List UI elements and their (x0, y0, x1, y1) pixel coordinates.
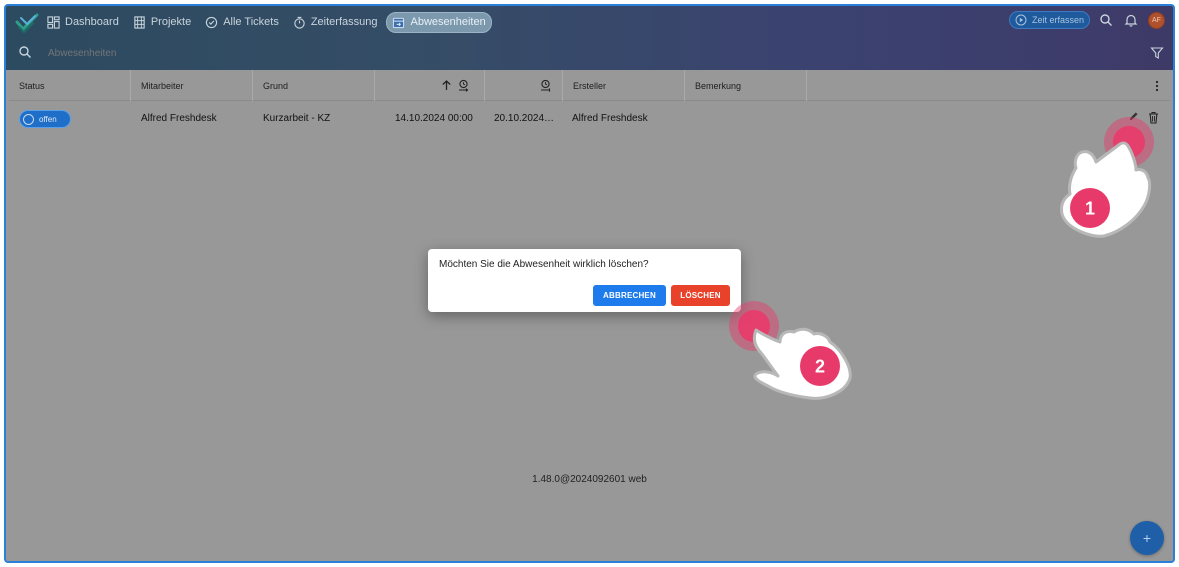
status-badge[interactable]: offen (19, 110, 71, 128)
column-header-ersteller[interactable]: Ersteller (563, 70, 685, 101)
search-icon (19, 46, 31, 58)
nav-zeiterfassung[interactable]: Zeiterfassung (288, 12, 383, 33)
nav-projekte[interactable]: Projekte (128, 12, 196, 33)
clock-start-icon (459, 79, 469, 92)
table-row[interactable]: offen Alfred Freshdesk Kurzarbeit - KZ 1… (9, 103, 1170, 135)
nav-zeiterfassung-label: Zeiterfassung (310, 16, 378, 28)
cell-mitarbeiter: Alfred Freshdesk (141, 113, 217, 124)
table-header: Status Mitarbeiter Grund Ersteller Bemer… (9, 70, 1170, 101)
dialog-message: Möchten Sie die Abwesenheit wirklich lös… (439, 259, 649, 270)
nav-abwesenheiten-label: Abwesenheiten (410, 16, 486, 28)
nav-alle-tickets-label: Alle Tickets (223, 16, 279, 28)
app-logo-icon[interactable] (14, 10, 40, 36)
search-input[interactable] (48, 43, 348, 63)
nav-dashboard-label: Dashboard (65, 16, 119, 28)
filter-icon[interactable] (1150, 46, 1164, 60)
click-annotation-1: 1 (1060, 117, 1154, 238)
timer-icon (294, 16, 305, 29)
calendar-icon (393, 17, 405, 28)
column-header-von[interactable] (375, 70, 485, 101)
play-circle-icon (1015, 14, 1027, 26)
column-header-mitarbeiter[interactable]: Mitarbeiter (131, 70, 253, 101)
cell-bis: 20.10.2024… (494, 113, 555, 124)
column-header-bis[interactable] (485, 70, 563, 101)
plus-icon: + (1142, 530, 1152, 546)
version-label: 1.48.0@2024092601 web (532, 474, 647, 485)
zeit-erfassen-label: Zeit erfassen (1032, 15, 1085, 25)
column-header-grund[interactable]: Grund (253, 70, 375, 101)
confirm-delete-dialog: Möchten Sie die Abwesenheit wirklich lös… (428, 249, 741, 312)
nav-alle-tickets[interactable]: Alle Tickets (200, 12, 284, 33)
status-circle-icon (23, 113, 34, 125)
zeit-erfassen-button[interactable]: Zeit erfassen (1009, 11, 1090, 29)
clock-end-icon (541, 79, 551, 92)
cell-von: 14.10.2024 00:00 (395, 113, 473, 124)
app-header: Dashboard Projekte Alle Tickets Zeiterfa… (6, 6, 1173, 70)
header-search-icon[interactable] (1099, 13, 1113, 27)
cell-ersteller: Alfred Freshdesk (572, 113, 648, 124)
dashboard-icon (47, 15, 60, 29)
add-absence-button[interactable]: + (1130, 521, 1164, 555)
absence-table: Status Mitarbeiter Grund Ersteller Bemer… (9, 70, 1170, 561)
dialog-cancel-button[interactable]: ABBRECHEN (593, 285, 666, 306)
nav-projekte-label: Projekte (150, 16, 192, 28)
check-circle-icon (206, 16, 218, 28)
bell-icon[interactable] (1124, 13, 1138, 27)
avatar[interactable]: AF (1148, 12, 1165, 29)
search-bar (6, 40, 1173, 66)
grid-icon (134, 15, 145, 29)
click-annotation-2: 2 (729, 301, 852, 400)
column-header-status[interactable]: Status (9, 70, 131, 101)
nav-abwesenheiten[interactable]: Abwesenheiten (386, 11, 492, 33)
main-nav: Dashboard Projekte Alle Tickets Zeiterfa… (42, 11, 492, 33)
sort-arrow-up-icon (442, 80, 451, 90)
cell-grund: Kurzarbeit - KZ (263, 113, 331, 124)
more-vert-icon[interactable] (1152, 80, 1162, 92)
column-header-bemerkung[interactable]: Bemerkung (685, 70, 807, 101)
annotation-number-1: 1 (1085, 199, 1095, 219)
nav-dashboard[interactable]: Dashboard (42, 12, 124, 33)
annotation-number-2: 2 (815, 357, 825, 377)
